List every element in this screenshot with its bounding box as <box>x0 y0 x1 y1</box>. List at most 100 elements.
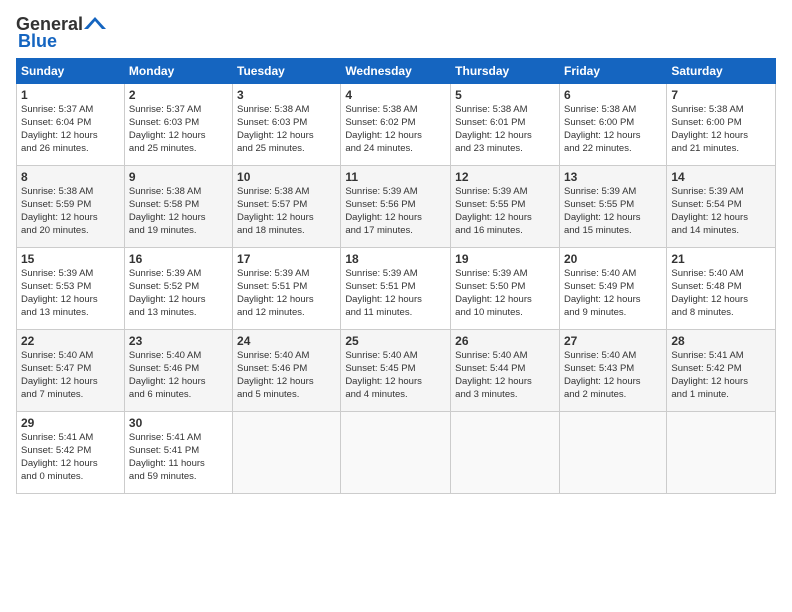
col-header-tuesday: Tuesday <box>233 59 341 84</box>
calendar-cell: 25Sunrise: 5:40 AM Sunset: 5:45 PM Dayli… <box>341 330 451 412</box>
day-info: Sunrise: 5:38 AM Sunset: 5:57 PM Dayligh… <box>237 186 336 237</box>
col-header-saturday: Saturday <box>667 59 776 84</box>
day-info: Sunrise: 5:40 AM Sunset: 5:48 PM Dayligh… <box>671 268 771 319</box>
day-number: 17 <box>237 251 336 267</box>
col-header-wednesday: Wednesday <box>341 59 451 84</box>
calendar-cell: 2Sunrise: 5:37 AM Sunset: 6:03 PM Daylig… <box>124 84 232 166</box>
day-number: 1 <box>21 87 120 103</box>
day-number: 16 <box>129 251 228 267</box>
calendar-cell: 27Sunrise: 5:40 AM Sunset: 5:43 PM Dayli… <box>559 330 666 412</box>
calendar-week-1: 1Sunrise: 5:37 AM Sunset: 6:04 PM Daylig… <box>17 84 776 166</box>
calendar-cell: 12Sunrise: 5:39 AM Sunset: 5:55 PM Dayli… <box>451 166 560 248</box>
calendar-cell: 28Sunrise: 5:41 AM Sunset: 5:42 PM Dayli… <box>667 330 776 412</box>
day-info: Sunrise: 5:40 AM Sunset: 5:46 PM Dayligh… <box>129 350 228 401</box>
calendar-cell: 11Sunrise: 5:39 AM Sunset: 5:56 PM Dayli… <box>341 166 451 248</box>
calendar-cell: 24Sunrise: 5:40 AM Sunset: 5:46 PM Dayli… <box>233 330 341 412</box>
day-number: 23 <box>129 333 228 349</box>
day-number: 5 <box>455 87 555 103</box>
day-number: 9 <box>129 169 228 185</box>
calendar-cell: 13Sunrise: 5:39 AM Sunset: 5:55 PM Dayli… <box>559 166 666 248</box>
day-info: Sunrise: 5:39 AM Sunset: 5:53 PM Dayligh… <box>21 268 120 319</box>
calendar-cell <box>451 412 560 494</box>
calendar-cell: 5Sunrise: 5:38 AM Sunset: 6:01 PM Daylig… <box>451 84 560 166</box>
day-number: 28 <box>671 333 771 349</box>
day-info: Sunrise: 5:39 AM Sunset: 5:52 PM Dayligh… <box>129 268 228 319</box>
day-info: Sunrise: 5:37 AM Sunset: 6:04 PM Dayligh… <box>21 104 120 155</box>
calendar-week-3: 15Sunrise: 5:39 AM Sunset: 5:53 PM Dayli… <box>17 248 776 330</box>
calendar-cell: 26Sunrise: 5:40 AM Sunset: 5:44 PM Dayli… <box>451 330 560 412</box>
day-info: Sunrise: 5:40 AM Sunset: 5:43 PM Dayligh… <box>564 350 662 401</box>
calendar-cell: 3Sunrise: 5:38 AM Sunset: 6:03 PM Daylig… <box>233 84 341 166</box>
calendar-header-row: SundayMondayTuesdayWednesdayThursdayFrid… <box>17 59 776 84</box>
day-number: 30 <box>129 415 228 431</box>
calendar-cell <box>233 412 341 494</box>
day-info: Sunrise: 5:40 AM Sunset: 5:47 PM Dayligh… <box>21 350 120 401</box>
calendar-cell: 6Sunrise: 5:38 AM Sunset: 6:00 PM Daylig… <box>559 84 666 166</box>
day-info: Sunrise: 5:38 AM Sunset: 6:01 PM Dayligh… <box>455 104 555 155</box>
day-number: 13 <box>564 169 662 185</box>
day-number: 3 <box>237 87 336 103</box>
col-header-sunday: Sunday <box>17 59 125 84</box>
logo-blue: Blue <box>18 31 57 52</box>
calendar-cell: 10Sunrise: 5:38 AM Sunset: 5:57 PM Dayli… <box>233 166 341 248</box>
day-number: 27 <box>564 333 662 349</box>
calendar-week-5: 29Sunrise: 5:41 AM Sunset: 5:42 PM Dayli… <box>17 412 776 494</box>
calendar-table: SundayMondayTuesdayWednesdayThursdayFrid… <box>16 58 776 494</box>
day-info: Sunrise: 5:39 AM Sunset: 5:51 PM Dayligh… <box>345 268 446 319</box>
day-number: 4 <box>345 87 446 103</box>
day-info: Sunrise: 5:40 AM Sunset: 5:45 PM Dayligh… <box>345 350 446 401</box>
day-info: Sunrise: 5:40 AM Sunset: 5:46 PM Dayligh… <box>237 350 336 401</box>
col-header-thursday: Thursday <box>451 59 560 84</box>
calendar-cell: 22Sunrise: 5:40 AM Sunset: 5:47 PM Dayli… <box>17 330 125 412</box>
calendar-cell: 9Sunrise: 5:38 AM Sunset: 5:58 PM Daylig… <box>124 166 232 248</box>
calendar-cell <box>667 412 776 494</box>
calendar-cell <box>559 412 666 494</box>
calendar-cell: 8Sunrise: 5:38 AM Sunset: 5:59 PM Daylig… <box>17 166 125 248</box>
day-number: 24 <box>237 333 336 349</box>
calendar-cell: 14Sunrise: 5:39 AM Sunset: 5:54 PM Dayli… <box>667 166 776 248</box>
day-number: 12 <box>455 169 555 185</box>
day-number: 26 <box>455 333 555 349</box>
day-number: 29 <box>21 415 120 431</box>
logo: General Blue <box>16 10 106 52</box>
day-number: 20 <box>564 251 662 267</box>
day-info: Sunrise: 5:41 AM Sunset: 5:42 PM Dayligh… <box>671 350 771 401</box>
col-header-friday: Friday <box>559 59 666 84</box>
calendar-cell: 20Sunrise: 5:40 AM Sunset: 5:49 PM Dayli… <box>559 248 666 330</box>
day-number: 25 <box>345 333 446 349</box>
day-info: Sunrise: 5:38 AM Sunset: 5:58 PM Dayligh… <box>129 186 228 237</box>
day-number: 21 <box>671 251 771 267</box>
calendar-cell: 16Sunrise: 5:39 AM Sunset: 5:52 PM Dayli… <box>124 248 232 330</box>
day-number: 15 <box>21 251 120 267</box>
calendar-cell: 30Sunrise: 5:41 AM Sunset: 5:41 PM Dayli… <box>124 412 232 494</box>
day-info: Sunrise: 5:38 AM Sunset: 5:59 PM Dayligh… <box>21 186 120 237</box>
day-number: 7 <box>671 87 771 103</box>
day-number: 14 <box>671 169 771 185</box>
calendar-cell: 23Sunrise: 5:40 AM Sunset: 5:46 PM Dayli… <box>124 330 232 412</box>
day-info: Sunrise: 5:39 AM Sunset: 5:55 PM Dayligh… <box>564 186 662 237</box>
calendar-cell: 29Sunrise: 5:41 AM Sunset: 5:42 PM Dayli… <box>17 412 125 494</box>
col-header-monday: Monday <box>124 59 232 84</box>
day-info: Sunrise: 5:41 AM Sunset: 5:41 PM Dayligh… <box>129 432 228 483</box>
day-number: 2 <box>129 87 228 103</box>
header: General Blue <box>16 10 776 52</box>
day-info: Sunrise: 5:39 AM Sunset: 5:56 PM Dayligh… <box>345 186 446 237</box>
day-number: 8 <box>21 169 120 185</box>
calendar-cell: 1Sunrise: 5:37 AM Sunset: 6:04 PM Daylig… <box>17 84 125 166</box>
day-info: Sunrise: 5:38 AM Sunset: 6:00 PM Dayligh… <box>564 104 662 155</box>
calendar-cell: 7Sunrise: 5:38 AM Sunset: 6:00 PM Daylig… <box>667 84 776 166</box>
day-info: Sunrise: 5:38 AM Sunset: 6:00 PM Dayligh… <box>671 104 771 155</box>
day-number: 11 <box>345 169 446 185</box>
day-info: Sunrise: 5:39 AM Sunset: 5:50 PM Dayligh… <box>455 268 555 319</box>
logo-icon <box>84 15 106 31</box>
day-number: 10 <box>237 169 336 185</box>
calendar-cell: 17Sunrise: 5:39 AM Sunset: 5:51 PM Dayli… <box>233 248 341 330</box>
day-number: 18 <box>345 251 446 267</box>
calendar-cell: 19Sunrise: 5:39 AM Sunset: 5:50 PM Dayli… <box>451 248 560 330</box>
day-info: Sunrise: 5:38 AM Sunset: 6:02 PM Dayligh… <box>345 104 446 155</box>
day-info: Sunrise: 5:39 AM Sunset: 5:54 PM Dayligh… <box>671 186 771 237</box>
day-number: 6 <box>564 87 662 103</box>
day-info: Sunrise: 5:39 AM Sunset: 5:51 PM Dayligh… <box>237 268 336 319</box>
day-info: Sunrise: 5:39 AM Sunset: 5:55 PM Dayligh… <box>455 186 555 237</box>
day-number: 19 <box>455 251 555 267</box>
